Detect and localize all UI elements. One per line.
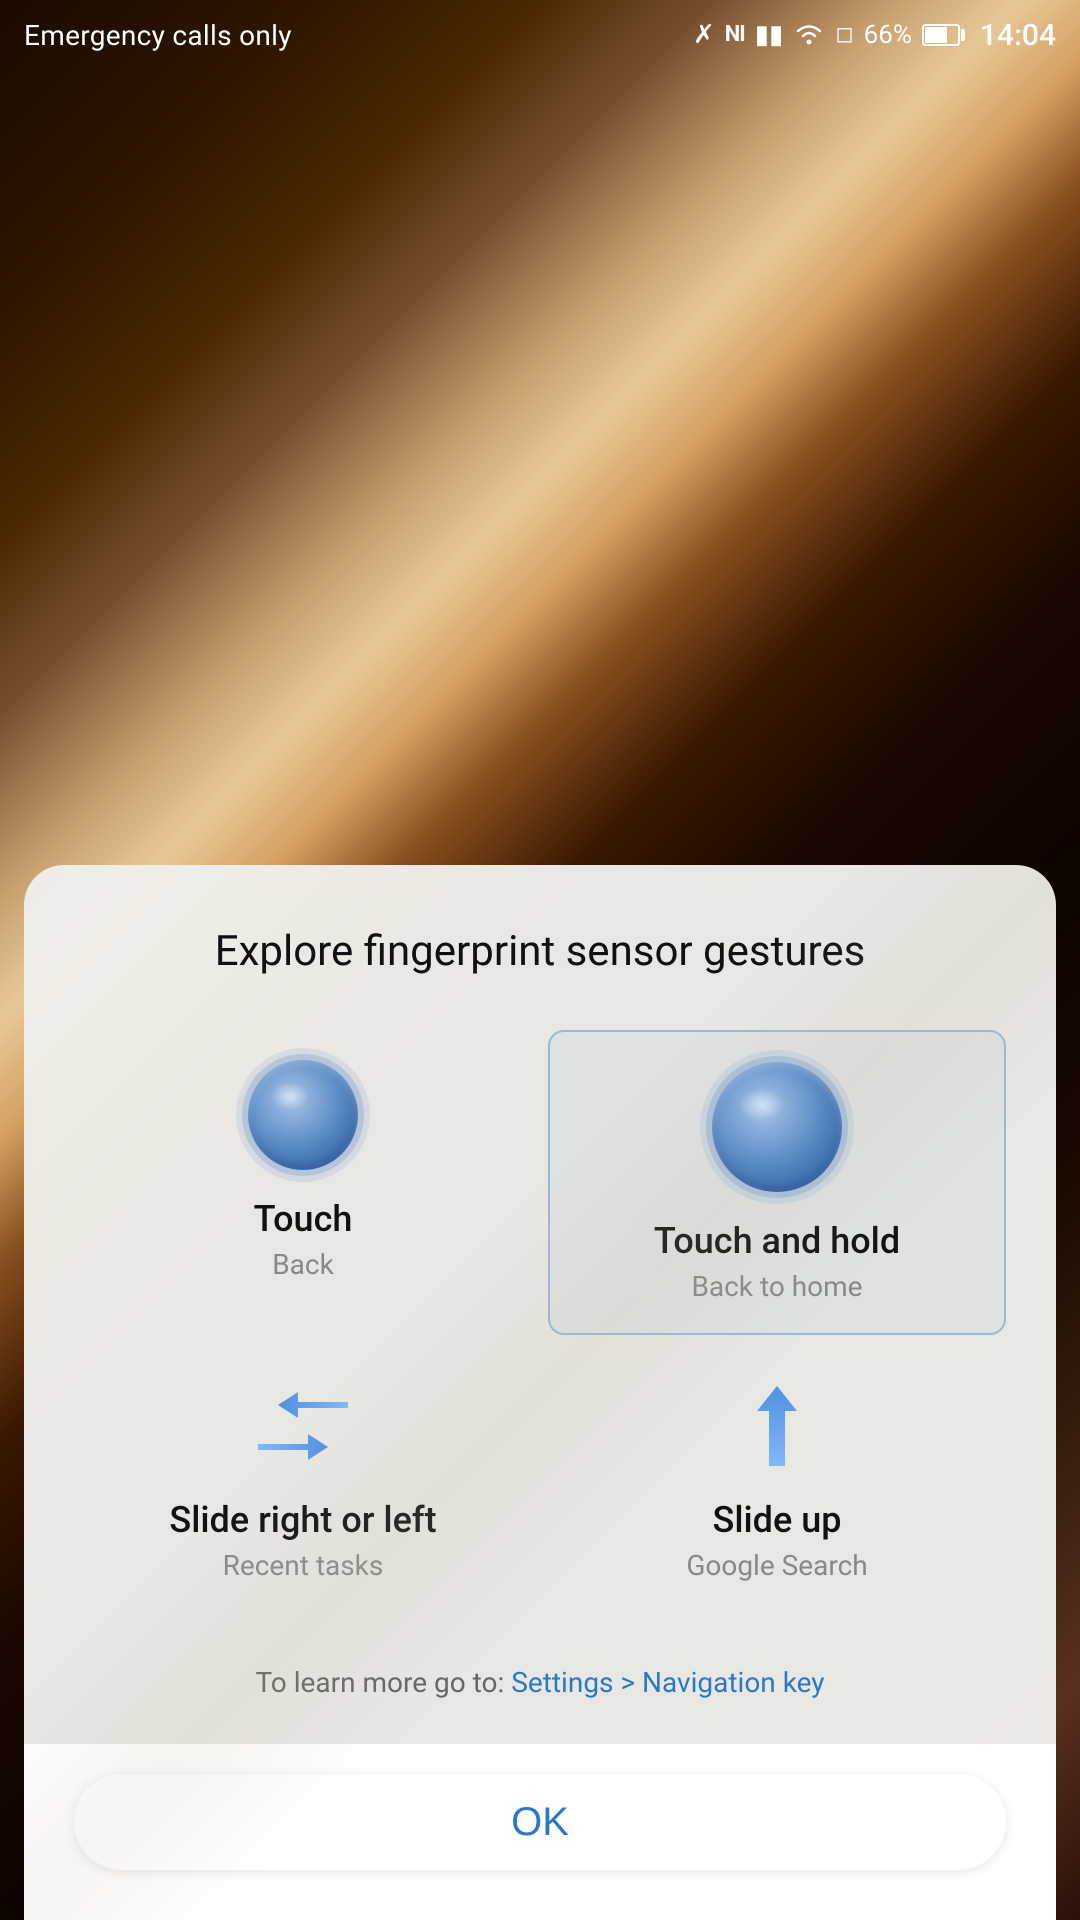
vibrate-icon: ▮▮ — [755, 22, 784, 48]
nfc-icon: NI — [725, 24, 745, 46]
fingerprint-touch-icon — [248, 1060, 358, 1170]
fingerprint-gestures-dialog: Explore fingerprint sensor gestures Touc… — [24, 865, 1056, 1920]
emergency-calls-text: Emergency calls only — [24, 19, 292, 52]
ok-button-wrapper: OK — [24, 1744, 1056, 1920]
gesture-slide-up-label: Slide up — [713, 1499, 842, 1541]
gesture-slide-lr-sublabel: Recent tasks — [223, 1549, 384, 1582]
time-display: 14:04 — [980, 18, 1056, 53]
dialog-footer: To learn more go to: Settings > Navigati… — [74, 1662, 1006, 1704]
fingerprint-hold-icon — [712, 1062, 842, 1192]
gesture-touch-label: Touch — [254, 1198, 353, 1240]
status-icons: ✗ NI ▮▮ ◻ 66% 14:04 — [693, 18, 1056, 53]
gesture-slide-lr-label: Slide right or left — [169, 1499, 436, 1541]
battery-percent-text: 66% — [864, 20, 912, 50]
wifi-icon — [793, 19, 825, 52]
dialog-title: Explore fingerprint sensor gestures — [74, 925, 1006, 980]
slide-up-arrow-icon — [722, 1381, 832, 1471]
footer-text: To learn more go to: — [255, 1666, 504, 1699]
gesture-item-slide-up[interactable]: Slide up Google Search — [548, 1351, 1006, 1612]
gesture-item-touch-hold[interactable]: Touch and hold Back to home — [548, 1030, 1006, 1335]
data-icon: ◻ — [835, 24, 853, 46]
slide-lr-arrows-icon — [248, 1381, 358, 1471]
gesture-hold-label: Touch and hold — [654, 1220, 900, 1262]
bluetooth-icon: ✗ — [693, 22, 715, 48]
status-bar: Emergency calls only ✗ NI ▮▮ ◻ 66% — [0, 0, 1080, 70]
battery-icon — [922, 23, 966, 47]
gesture-slide-up-sublabel: Google Search — [686, 1549, 867, 1582]
gesture-hold-sublabel: Back to home — [691, 1270, 862, 1303]
ok-button[interactable]: OK — [74, 1774, 1006, 1870]
settings-navigation-key-link[interactable]: Settings > Navigation key — [511, 1666, 824, 1699]
dialog-overlay: Explore fingerprint sensor gestures Touc… — [0, 865, 1080, 1920]
gesture-item-slide-lr[interactable]: Slide right or left Recent tasks — [74, 1351, 532, 1612]
gesture-grid: Touch Back Touch and hold Back to home — [74, 1030, 1006, 1612]
gesture-item-touch[interactable]: Touch Back — [74, 1030, 532, 1335]
gesture-touch-sublabel: Back — [272, 1248, 334, 1281]
